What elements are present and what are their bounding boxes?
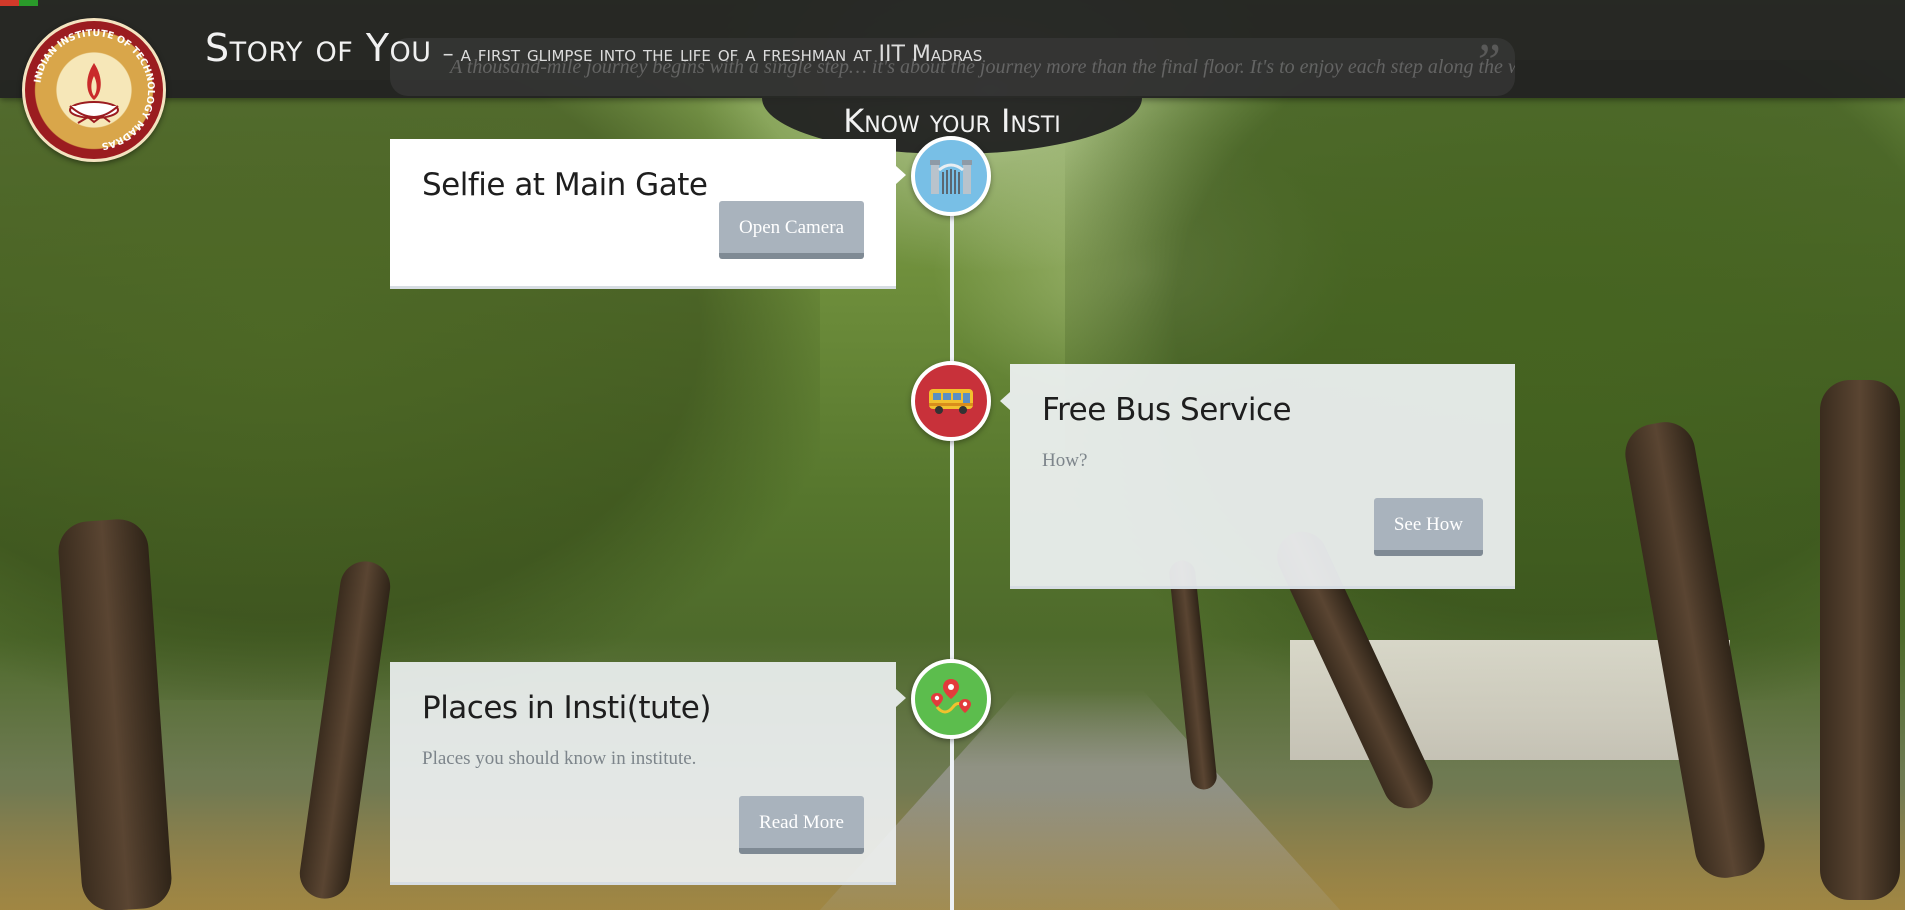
timeline-node-places — [911, 659, 991, 739]
bus-icon — [929, 389, 973, 414]
card-title: Free Bus Service — [1042, 392, 1292, 428]
quote-mark-icon: ” — [1472, 38, 1501, 91]
card-description: How? — [1042, 450, 1088, 471]
flag-stripe — [0, 0, 38, 6]
site-title: Story of You — [205, 26, 432, 70]
section-tab-label: Know your Insti — [843, 102, 1061, 140]
iit-madras-logo[interactable]: INDIAN INSTITUTE OF TECHNOLOGY MADRAS — [22, 18, 166, 162]
card-pointer — [896, 689, 906, 707]
read-more-button[interactable]: Read More — [739, 796, 864, 854]
timeline-card-places: Places in Insti(tute) Places you should … — [390, 662, 896, 882]
header-bar: A thousand-mile journey begins with a si… — [0, 0, 1905, 98]
card-description: Places you should know in institute. — [422, 748, 697, 769]
timeline-card-bus: Free Bus Service How? See How — [1010, 364, 1515, 586]
card-title: Selfie at Main Gate — [422, 167, 708, 203]
card-pointer — [1000, 392, 1010, 410]
timeline-card-selfie: Selfie at Main Gate Open Camera — [390, 139, 896, 286]
timeline-line — [950, 170, 954, 910]
site-subtitle: – a first glimpse into the life of a fre… — [442, 42, 983, 67]
page-title: Story of You – a first glimpse into the … — [205, 26, 982, 70]
card-pointer — [896, 166, 906, 184]
see-how-button[interactable]: See How — [1373, 498, 1483, 556]
timeline-node-gate — [911, 136, 991, 216]
open-camera-button[interactable]: Open Camera — [719, 201, 864, 259]
map-route-icon — [931, 679, 971, 714]
gate-icon — [930, 160, 972, 194]
card-title: Places in Insti(tute) — [422, 690, 711, 726]
timeline-node-bus — [911, 361, 991, 441]
